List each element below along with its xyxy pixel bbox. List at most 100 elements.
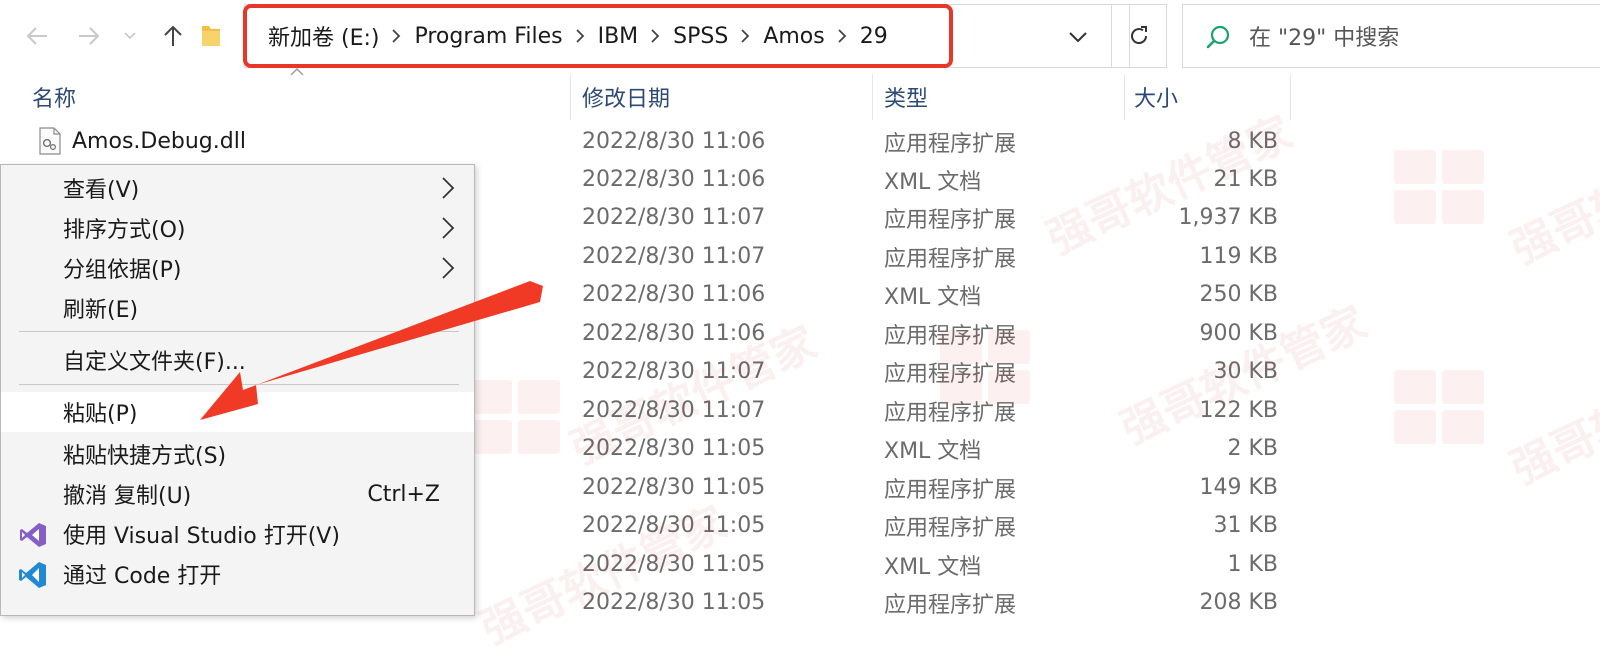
file-type: 应用程序扩展 xyxy=(884,361,1017,387)
file-date: 2022/8/30 11:06 xyxy=(582,282,766,307)
column-divider[interactable] xyxy=(1290,74,1291,120)
menu-item-view[interactable]: 查看(V) xyxy=(1,168,474,208)
menu-item-customize[interactable]: 自定义文件夹(F)... xyxy=(1,340,474,380)
file-size: 900 KB xyxy=(1199,321,1278,346)
menu-item-label: 使用 Visual Studio 打开(V) xyxy=(63,524,340,549)
menu-item-sort[interactable]: 排序方式(O) xyxy=(1,208,474,248)
chevron-right-icon xyxy=(442,177,455,199)
breadcrumb-amos[interactable]: Amos xyxy=(759,24,828,49)
arrow-left-icon xyxy=(26,27,47,45)
file-type: 应用程序扩展 xyxy=(884,515,1017,541)
search-box[interactable] xyxy=(1182,4,1600,68)
menu-item-label: 自定义文件夹(F)... xyxy=(63,350,246,375)
chevron-right-icon[interactable] xyxy=(829,29,856,43)
file-size: 122 KB xyxy=(1199,398,1278,423)
file-size: 8 KB xyxy=(1227,129,1278,154)
file-size: 30 KB xyxy=(1213,359,1278,384)
menu-item-label: 通过 Code 打开 xyxy=(63,564,222,589)
search-input[interactable] xyxy=(1247,19,1591,57)
file-date: 2022/8/30 11:05 xyxy=(582,513,766,538)
file-type: 应用程序扩展 xyxy=(884,131,1017,157)
menu-item-paste[interactable]: 粘贴(P) xyxy=(1,392,474,432)
file-date: 2022/8/30 11:07 xyxy=(582,205,766,230)
chevron-right-icon[interactable] xyxy=(567,29,594,43)
chevron-right-icon[interactable] xyxy=(732,29,759,43)
file-type: 应用程序扩展 xyxy=(884,477,1017,503)
file-date: 2022/8/30 11:06 xyxy=(582,167,766,192)
forward-button[interactable] xyxy=(72,16,106,56)
file-type: 应用程序扩展 xyxy=(884,592,1017,618)
file-size: 119 KB xyxy=(1199,244,1278,269)
column-header-type[interactable]: 类型 xyxy=(884,76,928,118)
file-type: 应用程序扩展 xyxy=(884,246,1017,272)
chevron-down-icon xyxy=(1069,32,1087,42)
breadcrumb: 新加卷 (E:) Program Files IBM SPSS Amos 29 xyxy=(264,18,892,54)
file-size: 1,937 KB xyxy=(1178,205,1279,230)
file-date: 2022/8/30 11:06 xyxy=(582,129,766,154)
sort-caret-icon xyxy=(290,68,304,76)
breadcrumb-29[interactable]: 29 xyxy=(856,24,892,49)
breadcrumb-program-files[interactable]: Program Files xyxy=(410,24,566,49)
menu-separator xyxy=(19,384,459,385)
menu-item-label: 刷新(E) xyxy=(63,298,139,323)
menu-item-open-code[interactable]: 通过 Code 打开 xyxy=(1,554,474,594)
file-type: 应用程序扩展 xyxy=(884,207,1017,233)
up-button[interactable] xyxy=(156,16,190,56)
folder-icon xyxy=(202,26,220,46)
file-size: 149 KB xyxy=(1199,475,1278,500)
file-date: 2022/8/30 11:05 xyxy=(582,552,766,577)
file-type: 应用程序扩展 xyxy=(884,400,1017,426)
breadcrumb-drive[interactable]: 新加卷 (E:) xyxy=(264,20,383,52)
file-date: 2022/8/30 11:05 xyxy=(582,436,766,461)
arrow-up-icon xyxy=(164,25,182,46)
file-size: 21 KB xyxy=(1213,167,1278,192)
menu-item-group[interactable]: 分组依据(P) xyxy=(1,248,474,288)
navigation-bar: 新加卷 (E:) Program Files IBM SPSS Amos 29 xyxy=(0,0,1600,74)
breadcrumb-spss[interactable]: SPSS xyxy=(669,24,732,49)
arrow-right-icon xyxy=(79,27,100,45)
menu-item-label: 排序方式(O) xyxy=(63,218,186,243)
vscode-icon xyxy=(19,562,46,588)
chevron-right-icon[interactable] xyxy=(642,29,669,43)
column-divider[interactable] xyxy=(570,74,571,120)
file-name: Amos.Debug.dll xyxy=(72,129,246,154)
file-type: 应用程序扩展 xyxy=(884,323,1017,349)
context-menu: 查看(V) 排序方式(O) 分组依据(P) 刷新(E) 自定义文件夹(F)...… xyxy=(0,164,475,616)
file-size: 208 KB xyxy=(1199,590,1278,615)
menu-item-label: 粘贴(P) xyxy=(63,402,138,427)
menu-item-label: 粘贴快捷方式(S) xyxy=(63,444,227,469)
menu-item-refresh[interactable]: 刷新(E) xyxy=(1,288,474,328)
menu-item-open-visual-studio[interactable]: 使用 Visual Studio 打开(V) xyxy=(1,514,474,554)
refresh-button[interactable] xyxy=(1111,4,1167,68)
column-header-date[interactable]: 修改日期 xyxy=(582,76,670,118)
file-date: 2022/8/30 11:07 xyxy=(582,359,766,384)
menu-item-label: 分组依据(P) xyxy=(63,258,182,283)
recent-locations-button[interactable] xyxy=(118,16,142,56)
back-button[interactable] xyxy=(20,16,54,56)
file-size: 2 KB xyxy=(1227,436,1278,461)
breadcrumb-ibm[interactable]: IBM xyxy=(594,24,643,49)
visual-studio-icon xyxy=(20,523,46,547)
file-type: XML 文档 xyxy=(884,284,982,310)
column-header-name[interactable]: 名称 xyxy=(32,76,76,118)
file-date: 2022/8/30 11:07 xyxy=(582,398,766,423)
chevron-down-icon xyxy=(124,32,136,40)
file-row[interactable]: Amos.Debug.dll 2022/8/30 11:06 应用程序扩展 8 … xyxy=(0,122,1600,161)
dll-file-icon xyxy=(39,127,61,155)
file-date: 2022/8/30 11:07 xyxy=(582,244,766,269)
file-date: 2022/8/30 11:05 xyxy=(582,475,766,500)
menu-item-label: 查看(V) xyxy=(63,178,140,203)
file-size: 250 KB xyxy=(1199,282,1278,307)
menu-item-undo-copy[interactable]: 撤消 复制(U) Ctrl+Z xyxy=(1,474,474,514)
chevron-right-icon xyxy=(442,217,455,239)
address-history-button[interactable] xyxy=(1063,20,1093,54)
menu-item-paste-shortcut[interactable]: 粘贴快捷方式(S) xyxy=(1,434,474,474)
refresh-icon xyxy=(1131,26,1148,45)
file-size: 31 KB xyxy=(1213,513,1278,538)
column-divider[interactable] xyxy=(1124,74,1125,120)
column-header-size[interactable]: 大小 xyxy=(1134,76,1178,118)
menu-item-label: 撤消 复制(U) xyxy=(63,484,192,509)
chevron-right-icon[interactable] xyxy=(383,29,410,43)
column-divider[interactable] xyxy=(872,74,873,120)
file-type: XML 文档 xyxy=(884,554,982,580)
